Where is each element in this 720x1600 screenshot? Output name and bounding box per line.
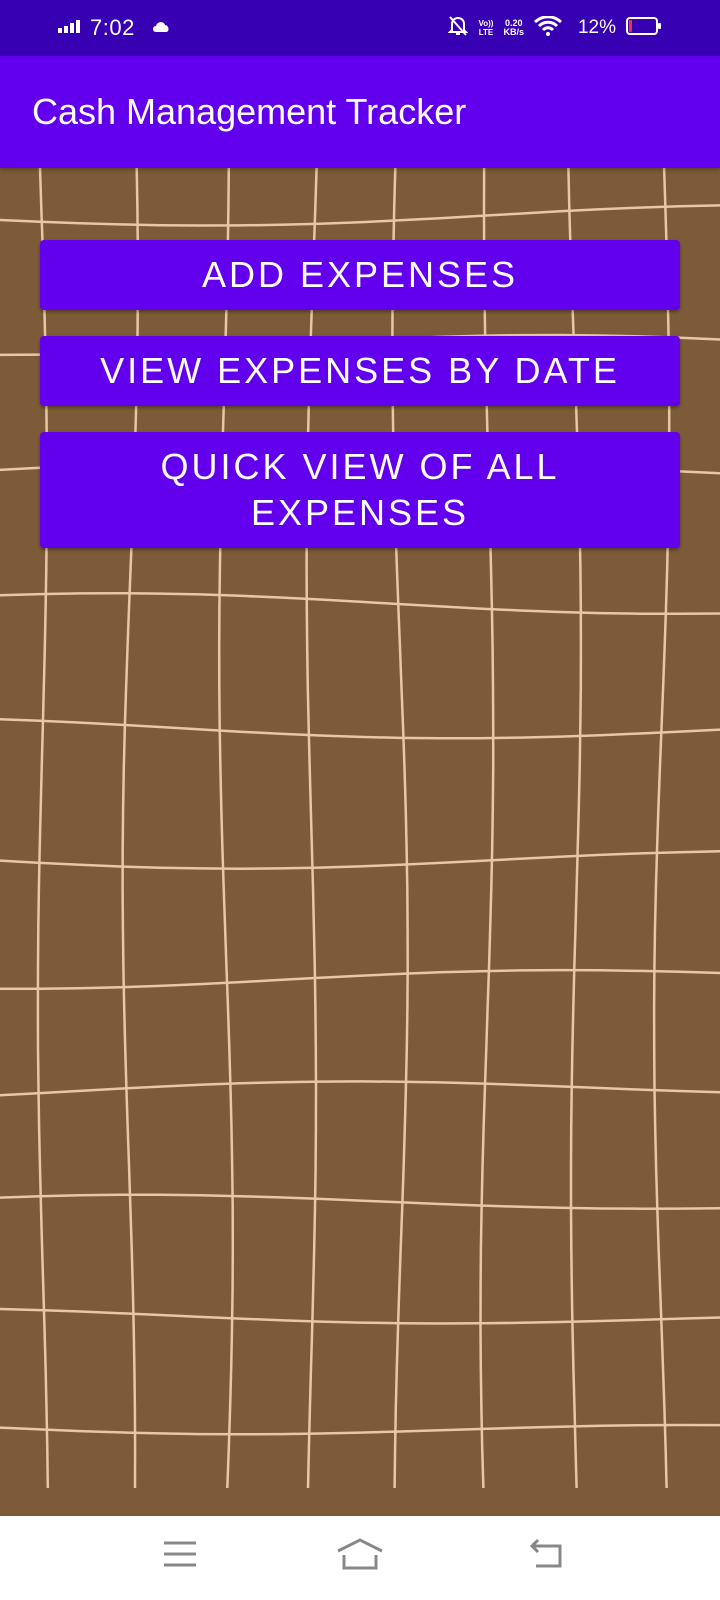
- grid-horizontal-line: [0, 1307, 720, 1325]
- screen: 7:02 Vo)) LTE 0.20 KB/s 12% Cash Managem…: [0, 0, 720, 1600]
- status-right: Vo)) LTE 0.20 KB/s 12%: [448, 14, 662, 42]
- grid-horizontal-line: [0, 591, 720, 616]
- main-content: ADD EXPENSES VIEW EXPENSES BY DATE QUICK…: [0, 168, 720, 1516]
- battery-icon: [626, 16, 662, 41]
- menu-button[interactable]: [150, 1532, 210, 1580]
- signal-icon: [58, 19, 82, 38]
- volte-bottom-label: LTE: [478, 28, 494, 37]
- grid-horizontal-line: [0, 1423, 720, 1436]
- cloud-icon: [151, 19, 171, 38]
- status-left: 7:02: [58, 14, 171, 42]
- view-expenses-by-date-button[interactable]: VIEW EXPENSES BY DATE: [40, 336, 680, 406]
- home-button[interactable]: [330, 1532, 390, 1580]
- status-time: 7:02: [90, 15, 135, 40]
- add-expenses-button[interactable]: ADD EXPENSES: [40, 240, 680, 310]
- grid-horizontal-line: [0, 717, 720, 740]
- app-title: Cash Management Tracker: [32, 91, 467, 132]
- battery-percent: 12%: [577, 17, 616, 38]
- wifi-icon: [533, 14, 562, 41]
- navigation-bar: [0, 1516, 720, 1600]
- net-speed-unit: KB/s: [503, 27, 524, 37]
- volte-top-label: Vo)): [478, 19, 494, 28]
- grid-horizontal-line: [0, 968, 720, 991]
- grid-horizontal-line: [0, 850, 720, 870]
- menu-icon: [162, 1540, 198, 1573]
- mute-bell-icon: [448, 15, 469, 42]
- volte-icon: Vo)) LTE: [478, 19, 493, 37]
- grid-horizontal-line: [0, 204, 720, 227]
- home-icon: [336, 1537, 384, 1576]
- back-button[interactable]: [518, 1532, 578, 1580]
- grid-horizontal-line: [0, 1080, 720, 1097]
- grid-horizontal-line: [0, 1193, 720, 1210]
- quick-view-all-expenses-button[interactable]: QUICK VIEW OF ALL EXPENSES: [40, 432, 680, 548]
- net-speed: 0.20 KB/s: [503, 19, 524, 37]
- back-icon: [528, 1538, 568, 1575]
- status-bar: 7:02 Vo)) LTE 0.20 KB/s 12%: [0, 0, 720, 56]
- battery-level-fill: [629, 19, 632, 32]
- app-bar: Cash Management Tracker: [0, 56, 720, 168]
